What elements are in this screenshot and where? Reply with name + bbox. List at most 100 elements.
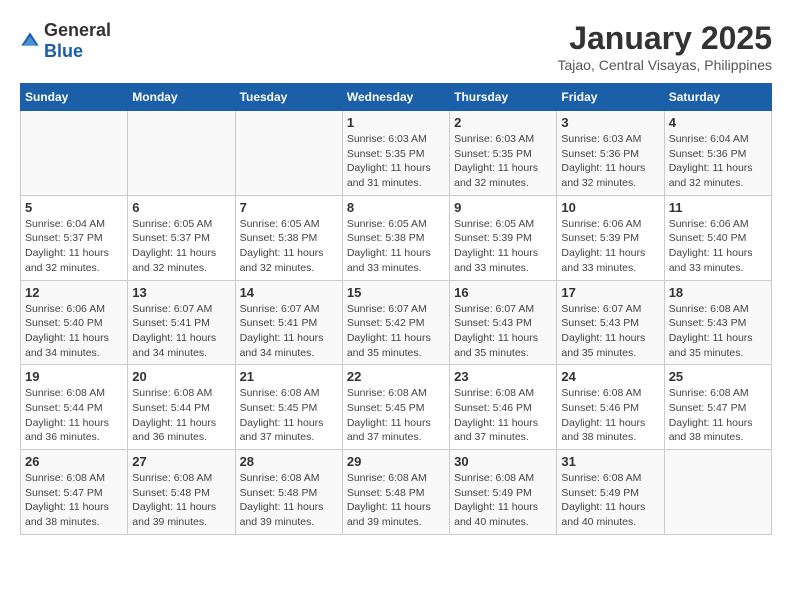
calendar-cell: 29Sunrise: 6:08 AMSunset: 5:48 PMDayligh…	[342, 450, 449, 535]
day-info: Sunrise: 6:04 AMSunset: 5:37 PMDaylight:…	[25, 217, 123, 276]
calendar-cell: 22 Sunrise: 6:08 AMSunset: 5:45 PMDayligh…	[342, 365, 449, 450]
calendar-cell: 3 Sunrise: 6:03 AMSunset: 5:36 PMDaylight…	[557, 111, 664, 196]
weekday-header-wednesday: Wednesday	[342, 84, 449, 111]
logo-text: General Blue	[44, 20, 111, 62]
calendar-body: 1 Sunrise: 6:03 AMSunset: 5:35 PMDaylight…	[21, 111, 772, 535]
calendar-cell: 28 Sunrise: 6:08 AMSunset: 5:48 PMDayligh…	[235, 450, 342, 535]
main-title: January 2025	[557, 20, 772, 57]
day-info: Sunrise: 6:07 AMSunset: 5:43 PMDaylight:…	[454, 302, 552, 361]
calendar-cell: 31 Sunrise: 6:08 AMSunset: 5:49 PMDayligh…	[557, 450, 664, 535]
weekday-header-sunday: Sunday	[21, 84, 128, 111]
day-info: Sunrise: 6:07 AMSunset: 5:41 PMDaylight:…	[240, 302, 338, 361]
weekday-header-monday: Monday	[128, 84, 235, 111]
calendar-header: SundayMondayTuesdayWednesdayThursdayFrid…	[21, 84, 772, 111]
day-number: 17	[561, 285, 659, 300]
day-info: Sunrise: 6:08 AMSunset: 5:43 PMDaylight:…	[669, 302, 767, 361]
day-number: 18	[669, 285, 767, 300]
day-info: Sunrise: 6:05 AMSunset: 5:39 PMDaylight:…	[454, 217, 552, 276]
calendar-cell: 9 Sunrise: 6:05 AMSunset: 5:39 PMDaylight…	[450, 195, 557, 280]
day-number: 19	[25, 369, 123, 384]
day-info: Sunrise: 6:08 AMSunset: 5:49 PMDaylight:…	[561, 471, 659, 530]
calendar-cell: 2Sunrise: 6:03 AMSunset: 5:35 PMDaylight…	[450, 111, 557, 196]
day-info: Sunrise: 6:08 AMSunset: 5:47 PMDaylight:…	[669, 386, 767, 445]
calendar-week-row: 26 Sunrise: 6:08 AMSunset: 5:47 PMDayligh…	[21, 450, 772, 535]
calendar-cell: 4 Sunrise: 6:04 AMSunset: 5:36 PMDaylight…	[664, 111, 771, 196]
day-info: Sunrise: 6:08 AMSunset: 5:47 PMDaylight:…	[25, 471, 123, 530]
calendar-week-row: 19 Sunrise: 6:08 AMSunset: 5:44 PMDayligh…	[21, 365, 772, 450]
calendar-cell: 17 Sunrise: 6:07 AMSunset: 5:43 PMDayligh…	[557, 280, 664, 365]
day-info: Sunrise: 6:05 AMSunset: 5:38 PMDaylight:…	[240, 217, 338, 276]
day-number: 31	[561, 454, 659, 469]
calendar-cell: 1 Sunrise: 6:03 AMSunset: 5:35 PMDaylight…	[342, 111, 449, 196]
title-area: January 2025 Tajao, Central Visayas, Phi…	[557, 20, 772, 73]
calendar-cell: 24Sunrise: 6:08 AMSunset: 5:46 PMDayligh…	[557, 365, 664, 450]
weekday-header-thursday: Thursday	[450, 84, 557, 111]
day-number: 27	[132, 454, 230, 469]
day-number: 13	[132, 285, 230, 300]
calendar-cell	[21, 111, 128, 196]
day-number: 26	[25, 454, 123, 469]
day-number: 28	[240, 454, 338, 469]
day-info: Sunrise: 6:08 AMSunset: 5:45 PMDaylight:…	[240, 386, 338, 445]
day-number: 21	[240, 369, 338, 384]
calendar-cell	[664, 450, 771, 535]
calendar-cell: 14 Sunrise: 6:07 AMSunset: 5:41 PMDayligh…	[235, 280, 342, 365]
weekday-header-row: SundayMondayTuesdayWednesdayThursdayFrid…	[21, 84, 772, 111]
day-number: 12	[25, 285, 123, 300]
logo-general: General	[44, 20, 111, 40]
calendar-cell: 10Sunrise: 6:06 AMSunset: 5:39 PMDayligh…	[557, 195, 664, 280]
logo: General Blue	[20, 20, 111, 62]
calendar-week-row: 1 Sunrise: 6:03 AMSunset: 5:35 PMDaylight…	[21, 111, 772, 196]
header: General Blue January 2025 Tajao, Central…	[20, 20, 772, 73]
calendar-cell: 19 Sunrise: 6:08 AMSunset: 5:44 PMDayligh…	[21, 365, 128, 450]
calendar-week-row: 5Sunrise: 6:04 AMSunset: 5:37 PMDaylight…	[21, 195, 772, 280]
day-info: Sunrise: 6:08 AMSunset: 5:44 PMDaylight:…	[25, 386, 123, 445]
calendar-cell: 15Sunrise: 6:07 AMSunset: 5:42 PMDayligh…	[342, 280, 449, 365]
day-info: Sunrise: 6:08 AMSunset: 5:46 PMDaylight:…	[454, 386, 552, 445]
day-info: Sunrise: 6:05 AMSunset: 5:38 PMDaylight:…	[347, 217, 445, 276]
calendar-cell: 18 Sunrise: 6:08 AMSunset: 5:43 PMDayligh…	[664, 280, 771, 365]
weekday-header-tuesday: Tuesday	[235, 84, 342, 111]
day-number: 2	[454, 115, 552, 130]
day-info: Sunrise: 6:08 AMSunset: 5:48 PMDaylight:…	[132, 471, 230, 530]
generalblue-logo-icon	[20, 31, 40, 51]
day-info: Sunrise: 6:05 AMSunset: 5:37 PMDaylight:…	[132, 217, 230, 276]
day-number: 30	[454, 454, 552, 469]
day-info: Sunrise: 6:06 AMSunset: 5:40 PMDaylight:…	[669, 217, 767, 276]
day-info: Sunrise: 6:08 AMSunset: 5:45 PMDaylight:…	[347, 386, 445, 445]
day-number: 20	[132, 369, 230, 384]
day-info: Sunrise: 6:03 AMSunset: 5:35 PMDaylight:…	[347, 132, 445, 191]
calendar-cell: 7 Sunrise: 6:05 AMSunset: 5:38 PMDaylight…	[235, 195, 342, 280]
calendar-cell	[235, 111, 342, 196]
weekday-header-saturday: Saturday	[664, 84, 771, 111]
day-number: 4	[669, 115, 767, 130]
weekday-header-friday: Friday	[557, 84, 664, 111]
day-number: 29	[347, 454, 445, 469]
day-number: 14	[240, 285, 338, 300]
day-number: 9	[454, 200, 552, 215]
calendar-cell: 12 Sunrise: 6:06 AMSunset: 5:40 PMDayligh…	[21, 280, 128, 365]
calendar-cell: 20 Sunrise: 6:08 AMSunset: 5:44 PMDayligh…	[128, 365, 235, 450]
day-info: Sunrise: 6:04 AMSunset: 5:36 PMDaylight:…	[669, 132, 767, 191]
day-info: Sunrise: 6:07 AMSunset: 5:41 PMDaylight:…	[132, 302, 230, 361]
day-info: Sunrise: 6:07 AMSunset: 5:43 PMDaylight:…	[561, 302, 659, 361]
day-number: 25	[669, 369, 767, 384]
day-info: Sunrise: 6:07 AMSunset: 5:42 PMDaylight:…	[347, 302, 445, 361]
day-number: 3	[561, 115, 659, 130]
day-info: Sunrise: 6:03 AMSunset: 5:36 PMDaylight:…	[561, 132, 659, 191]
calendar-cell: 21 Sunrise: 6:08 AMSunset: 5:45 PMDayligh…	[235, 365, 342, 450]
day-info: Sunrise: 6:08 AMSunset: 5:48 PMDaylight:…	[240, 471, 338, 530]
day-number: 24	[561, 369, 659, 384]
day-number: 22	[347, 369, 445, 384]
calendar-cell: 13 Sunrise: 6:07 AMSunset: 5:41 PMDayligh…	[128, 280, 235, 365]
day-info: Sunrise: 6:06 AMSunset: 5:40 PMDaylight:…	[25, 302, 123, 361]
day-info: Sunrise: 6:08 AMSunset: 5:44 PMDaylight:…	[132, 386, 230, 445]
day-number: 11	[669, 200, 767, 215]
calendar-cell: 30 Sunrise: 6:08 AMSunset: 5:49 PMDayligh…	[450, 450, 557, 535]
calendar-cell: 26 Sunrise: 6:08 AMSunset: 5:47 PMDayligh…	[21, 450, 128, 535]
calendar-cell: 6 Sunrise: 6:05 AMSunset: 5:37 PMDaylight…	[128, 195, 235, 280]
day-number: 6	[132, 200, 230, 215]
day-number: 1	[347, 115, 445, 130]
day-number: 7	[240, 200, 338, 215]
day-info: Sunrise: 6:08 AMSunset: 5:49 PMDaylight:…	[454, 471, 552, 530]
